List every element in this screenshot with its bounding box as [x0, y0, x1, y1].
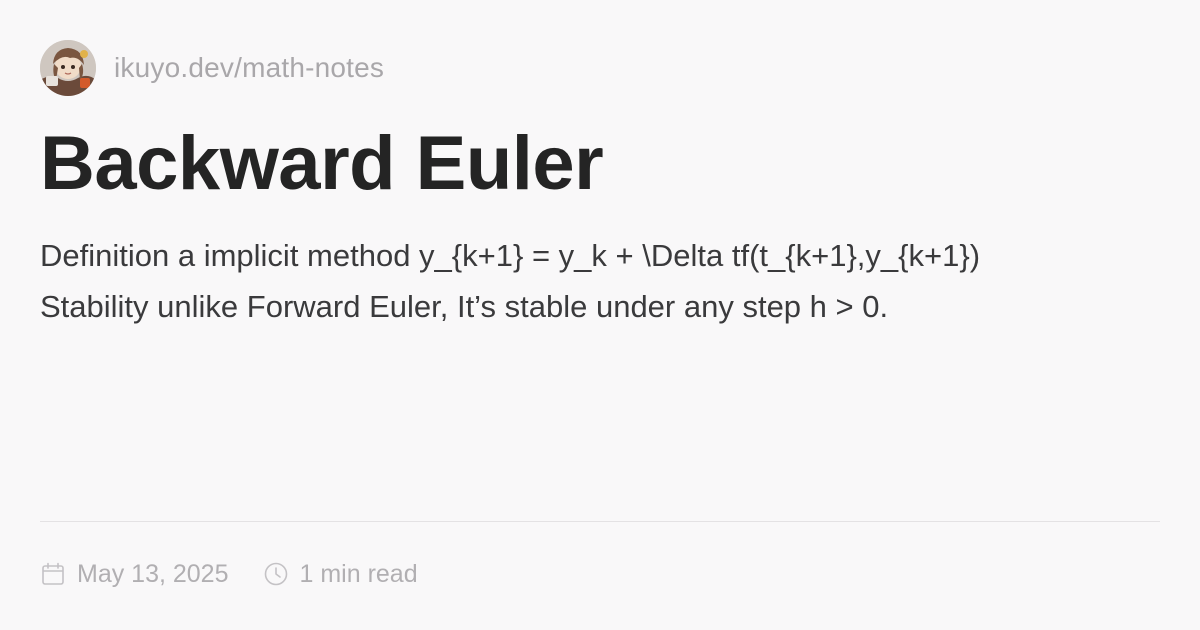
site-url[interactable]: ikuyo.dev/math-notes — [114, 52, 384, 84]
read-time: 1 min read — [263, 560, 418, 589]
og-card: ikuyo.dev/math-notes Backward Euler Defi… — [0, 0, 1200, 630]
post-date: May 13, 2025 — [40, 560, 229, 589]
post-meta: May 13, 2025 1 min read — [40, 556, 418, 592]
post-description: Definition a implicit method y_{k+1} = y… — [40, 230, 1160, 332]
description-line: Definition a implicit method y_{k+1} = y… — [40, 238, 981, 273]
calendar-icon — [40, 561, 66, 587]
description-line: Stability unlike Forward Euler, It’s sta… — [40, 289, 889, 324]
divider — [40, 521, 1160, 522]
avatar-image — [40, 40, 96, 96]
clock-icon — [263, 561, 289, 587]
post-date-text: May 13, 2025 — [77, 559, 229, 588]
avatar — [40, 40, 96, 96]
read-time-text: 1 min read — [299, 559, 418, 588]
page-title: Backward Euler — [40, 121, 604, 206]
site-header: ikuyo.dev/math-notes — [40, 40, 1160, 96]
